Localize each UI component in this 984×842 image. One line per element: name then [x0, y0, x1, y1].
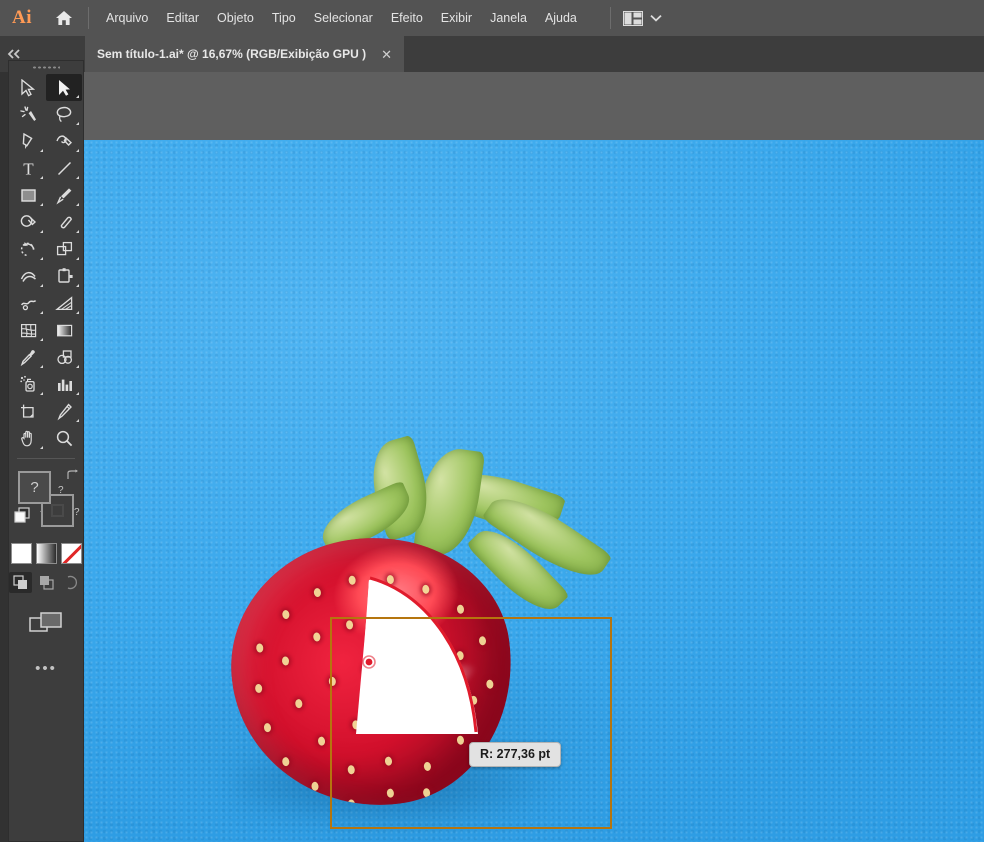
canvas-area[interactable]: R: 277,36 pt: [84, 72, 984, 842]
symbol-sprayer-tool[interactable]: [10, 371, 46, 398]
blend-tool[interactable]: [46, 344, 82, 371]
artboard-tool[interactable]: [10, 398, 46, 425]
column-graph-tool[interactable]: [46, 371, 82, 398]
menu-item-tipo[interactable]: Tipo: [263, 0, 305, 36]
eraser-tool[interactable]: [46, 209, 82, 236]
gradient-tool[interactable]: [46, 317, 82, 344]
lasso-tool[interactable]: [46, 101, 82, 128]
menu-item-janela[interactable]: Janela: [481, 0, 536, 36]
line-segment-tool[interactable]: [46, 155, 82, 182]
tool-grid: T: [10, 74, 82, 452]
menu-divider: [88, 7, 89, 29]
width-tool[interactable]: [10, 263, 46, 290]
home-icon[interactable]: [44, 0, 84, 36]
artboard[interactable]: R: 277,36 pt: [84, 140, 984, 842]
measurement-tooltip: R: 277,36 pt: [469, 742, 562, 767]
document-tab-bar: Sem título-1.ai* @ 16,67% (RGB/Exibição …: [0, 36, 984, 72]
close-icon[interactable]: ✕: [378, 46, 395, 63]
workspace-grid-icon[interactable]: [623, 10, 643, 26]
eyedropper-tool[interactable]: [10, 344, 46, 371]
slice-tool[interactable]: [46, 398, 82, 425]
selection-bounding-box[interactable]: [330, 617, 612, 829]
menu-items: Arquivo Editar Objeto Tipo Selecionar Ef…: [97, 0, 586, 36]
stroke-mini-value: ?: [74, 507, 80, 518]
menu-bar-right: [610, 0, 984, 36]
draw-normal-mode[interactable]: [8, 572, 32, 593]
menu-bar: Ai Arquivo Editar Objeto Tipo Selecionar…: [0, 0, 984, 36]
shaper-tool[interactable]: [10, 209, 46, 236]
magic-wand-tool[interactable]: [10, 101, 46, 128]
workspace-divider: [610, 7, 611, 29]
type-tool[interactable]: T: [10, 155, 46, 182]
draw-mode-buttons: [8, 572, 84, 593]
hand-tool[interactable]: [10, 425, 46, 452]
document-tab-title: Sem título-1.ai* @ 16,67% (RGB/Exibição …: [97, 47, 367, 61]
gradient-swatch[interactable]: [35, 543, 57, 564]
menu-item-editar[interactable]: Editar: [157, 0, 208, 36]
scale-tool[interactable]: [46, 236, 82, 263]
pen-tool[interactable]: [10, 128, 46, 155]
zoom-tool[interactable]: [46, 425, 82, 452]
screen-mode-icon[interactable]: [9, 611, 83, 635]
direct-selection-tool[interactable]: [46, 74, 82, 101]
selection-tool[interactable]: [10, 74, 46, 101]
drag-handle[interactable]: [9, 61, 83, 74]
menu-item-selecionar[interactable]: Selecionar: [305, 0, 382, 36]
swap-fill-stroke-icon[interactable]: [66, 469, 80, 484]
draw-inside-mode[interactable]: [61, 572, 84, 593]
shape-builder-tool[interactable]: [10, 290, 46, 317]
rectangle-tool[interactable]: [10, 182, 46, 209]
color-swatch-white[interactable]: [10, 543, 32, 564]
menu-item-exibir[interactable]: Exibir: [432, 0, 481, 36]
tool-divider: [17, 458, 75, 459]
svg-text:T: T: [23, 160, 34, 179]
edit-toolbar-button[interactable]: •••: [35, 661, 57, 676]
rotate-tool[interactable]: [10, 236, 46, 263]
document-tab[interactable]: Sem título-1.ai* @ 16,67% (RGB/Exibição …: [85, 36, 405, 72]
curvature-tool[interactable]: [46, 128, 82, 155]
menu-item-arquivo[interactable]: Arquivo: [97, 0, 157, 36]
menu-item-efeito[interactable]: Efeito: [382, 0, 432, 36]
chevron-down-icon[interactable]: [650, 14, 662, 22]
menu-item-objeto[interactable]: Objeto: [208, 0, 263, 36]
illustrator-window: Ai Arquivo Editar Objeto Tipo Selecionar…: [0, 0, 984, 842]
free-transform-tool[interactable]: [46, 263, 82, 290]
fill-swatch[interactable]: ?: [18, 471, 51, 504]
fill-stroke-control: ? ? ? ?: [10, 469, 82, 535]
draw-behind-mode[interactable]: [35, 572, 58, 593]
tools-panel: T ? ? ? •••: [8, 60, 84, 842]
default-fill-stroke-icon[interactable]: [14, 507, 31, 529]
app-logo: Ai: [12, 7, 32, 28]
paintbrush-tool[interactable]: [46, 182, 82, 209]
mesh-tool[interactable]: [10, 317, 46, 344]
menu-item-ajuda[interactable]: Ajuda: [536, 0, 586, 36]
none-swatch[interactable]: [60, 543, 82, 564]
color-mode-buttons: [10, 543, 82, 564]
perspective-grid-tool[interactable]: [46, 290, 82, 317]
